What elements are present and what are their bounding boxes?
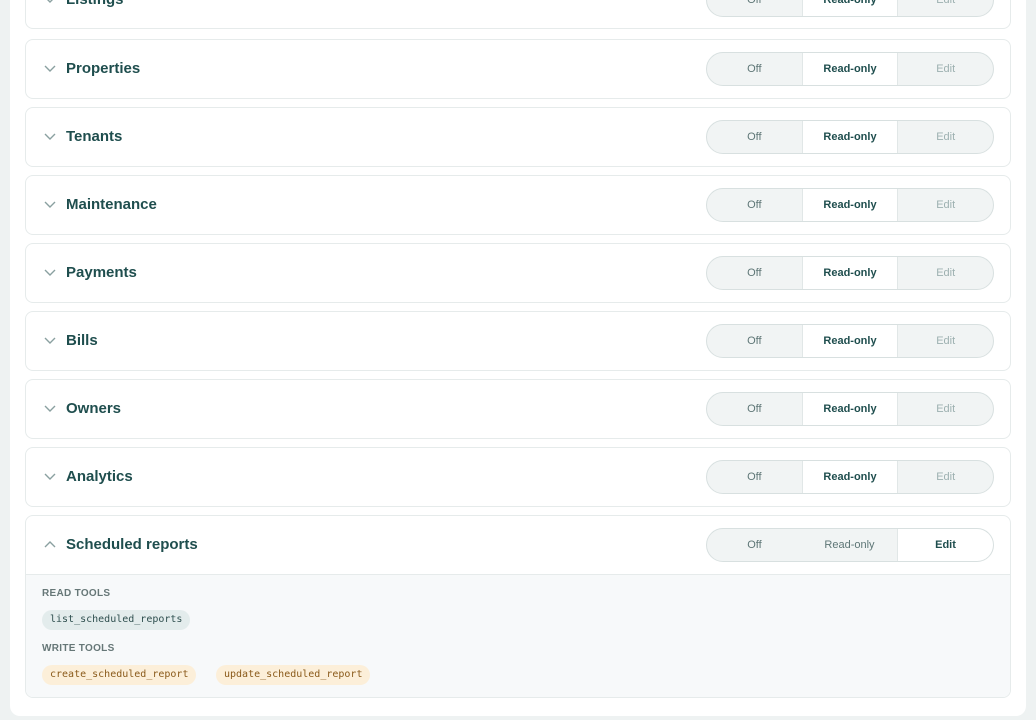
chevron-down-icon[interactable] bbox=[43, 131, 57, 141]
section-scheduled-reports: Scheduled reports Off Read-only Edit REA… bbox=[25, 515, 1011, 698]
write-tool-chip: create_scheduled_report bbox=[42, 665, 197, 685]
access-mode-selector: Off Read-only Edit bbox=[706, 0, 994, 17]
mode-read-only-button[interactable]: Read-only bbox=[801, 461, 899, 493]
section-owners: Owners Off Read-only Edit bbox=[25, 379, 1011, 439]
section-title: Maintenance bbox=[66, 196, 157, 213]
mode-off-button[interactable]: Off bbox=[707, 189, 802, 221]
section-title: Bills bbox=[66, 332, 98, 349]
mode-edit-button[interactable]: Edit bbox=[898, 0, 993, 16]
access-mode-selector: Off Read-only Edit bbox=[706, 256, 994, 290]
mode-read-only-button[interactable]: Read-only bbox=[801, 257, 899, 289]
mode-read-only-button[interactable]: Read-only bbox=[801, 325, 899, 357]
access-mode-selector: Off Read-only Edit bbox=[706, 120, 994, 154]
read-tool-chip: list_scheduled_reports bbox=[42, 610, 191, 630]
access-mode-selector: Off Read-only Edit bbox=[706, 460, 994, 494]
chevron-up-icon[interactable] bbox=[43, 539, 57, 549]
mode-edit-button[interactable]: Edit bbox=[898, 257, 993, 289]
mode-off-button[interactable]: Off bbox=[707, 529, 802, 561]
section-properties: Properties Off Read-only Edit bbox=[25, 39, 1011, 99]
section-title: Tenants bbox=[66, 128, 123, 145]
mode-edit-button[interactable]: Edit bbox=[898, 53, 993, 85]
section-header[interactable]: Listings Off Read-only Edit bbox=[26, 0, 1010, 28]
chevron-down-icon[interactable] bbox=[43, 63, 57, 73]
mode-read-only-button[interactable]: Read-only bbox=[801, 53, 899, 85]
section-header[interactable]: Payments Off Read-only Edit bbox=[26, 244, 1010, 302]
section-details: READ TOOLS list_scheduled_reports WRITE … bbox=[26, 574, 1010, 697]
write-tools-label: WRITE TOOLS bbox=[42, 643, 115, 654]
access-mode-selector: Off Read-only Edit bbox=[706, 528, 994, 562]
section-header[interactable]: Bills Off Read-only Edit bbox=[26, 312, 1010, 370]
section-listings: Listings Off Read-only Edit bbox=[25, 0, 1011, 29]
mode-off-button[interactable]: Off bbox=[707, 121, 802, 153]
mode-off-button[interactable]: Off bbox=[707, 325, 802, 357]
section-payments: Payments Off Read-only Edit bbox=[25, 243, 1011, 303]
chevron-down-icon[interactable] bbox=[43, 335, 57, 345]
section-title: Owners bbox=[66, 400, 122, 417]
mode-edit-button[interactable]: Edit bbox=[898, 189, 993, 221]
read-tools-label: READ TOOLS bbox=[42, 588, 111, 599]
mode-read-only-button[interactable]: Read-only bbox=[801, 189, 899, 221]
chevron-down-icon[interactable] bbox=[43, 403, 57, 413]
section-title: Analytics bbox=[66, 468, 133, 485]
section-maintenance: Maintenance Off Read-only Edit bbox=[25, 175, 1011, 235]
mode-edit-button[interactable]: Edit bbox=[898, 393, 993, 425]
section-header[interactable]: Properties Off Read-only Edit bbox=[26, 40, 1010, 98]
mode-read-only-button[interactable]: Read-only bbox=[801, 393, 899, 425]
section-header[interactable]: Tenants Off Read-only Edit bbox=[26, 108, 1010, 166]
mode-off-button[interactable]: Off bbox=[707, 0, 802, 16]
access-mode-selector: Off Read-only Edit bbox=[706, 52, 994, 86]
mode-off-button[interactable]: Off bbox=[707, 53, 802, 85]
mode-read-only-button[interactable]: Read-only bbox=[801, 121, 899, 153]
section-title: Scheduled reports bbox=[66, 536, 198, 553]
section-header[interactable]: Scheduled reports Off Read-only Edit bbox=[26, 516, 1010, 574]
section-header[interactable]: Maintenance Off Read-only Edit bbox=[26, 176, 1010, 234]
chevron-down-icon[interactable] bbox=[43, 267, 57, 277]
mode-read-only-button[interactable]: Read-only bbox=[801, 0, 899, 16]
mode-edit-button[interactable]: Edit bbox=[898, 121, 993, 153]
section-tenants: Tenants Off Read-only Edit bbox=[25, 107, 1011, 167]
section-title: Listings bbox=[66, 0, 124, 28]
section-analytics: Analytics Off Read-only Edit bbox=[25, 447, 1011, 507]
access-mode-selector: Off Read-only Edit bbox=[706, 392, 994, 426]
mode-edit-button[interactable]: Edit bbox=[898, 325, 993, 357]
mode-off-button[interactable]: Off bbox=[707, 461, 802, 493]
chevron-down-icon[interactable] bbox=[43, 471, 57, 481]
mode-edit-button[interactable]: Edit bbox=[898, 461, 993, 493]
section-header[interactable]: Owners Off Read-only Edit bbox=[26, 380, 1010, 438]
chevron-down-icon[interactable] bbox=[43, 199, 57, 209]
mode-edit-button[interactable]: Edit bbox=[897, 529, 993, 561]
mode-off-button[interactable]: Off bbox=[707, 393, 802, 425]
access-mode-selector: Off Read-only Edit bbox=[706, 188, 994, 222]
section-header[interactable]: Analytics Off Read-only Edit bbox=[26, 448, 1010, 506]
write-tool-chip: update_scheduled_report bbox=[216, 665, 371, 685]
mode-read-only-button[interactable]: Read-only bbox=[802, 529, 897, 561]
chevron-down-icon[interactable] bbox=[43, 0, 57, 4]
section-title: Payments bbox=[66, 264, 137, 281]
section-title: Properties bbox=[66, 60, 141, 77]
access-mode-selector: Off Read-only Edit bbox=[706, 324, 994, 358]
section-bills: Bills Off Read-only Edit bbox=[25, 311, 1011, 371]
mode-off-button[interactable]: Off bbox=[707, 257, 802, 289]
